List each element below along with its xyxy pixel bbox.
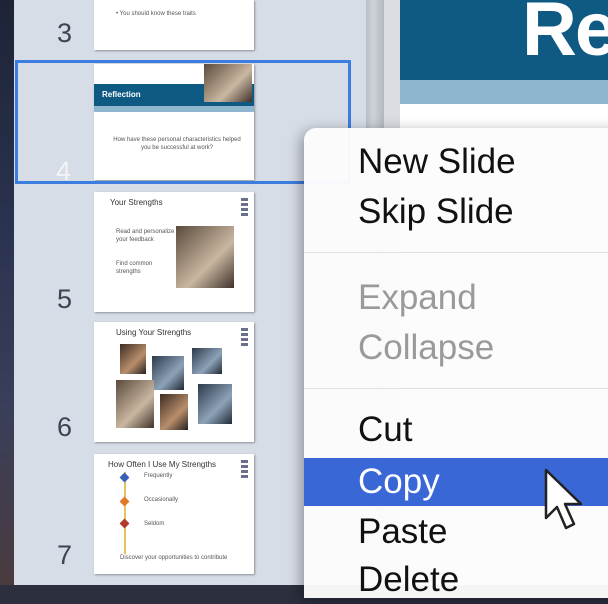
slide-notes-icon [241, 198, 248, 216]
slide-bullet: • You should know these traits [116, 11, 196, 17]
menu-item-skip-slide[interactable]: Skip Slide [304, 188, 608, 236]
slide-title: Your Strengths [110, 198, 163, 207]
slide-bullet: Read and personalize your feedback [116, 229, 175, 243]
slide-photo [192, 348, 222, 374]
slide-footer: Discover your opportunities to contribut… [120, 555, 228, 561]
slide-number: 7 [57, 540, 73, 570]
menu-item-delete[interactable]: Delete [304, 556, 608, 604]
slide-photo [198, 384, 232, 424]
menu-item-new-slide[interactable]: New Slide [304, 138, 608, 186]
selected-slide-outline [15, 60, 351, 184]
timeline-line [124, 472, 126, 554]
slide-photo [176, 226, 234, 288]
slide-number: 6 [57, 412, 73, 442]
slide-thumbnail-3[interactable]: • You should know these traits [94, 0, 254, 50]
diamond-icon [119, 518, 130, 529]
mouse-pointer-icon [544, 468, 583, 530]
slide-number: 3 [57, 18, 73, 48]
slide-title: Using Your Strengths [116, 328, 192, 337]
slide-item: Frequently [144, 473, 173, 479]
slide-notes-icon [241, 328, 248, 346]
slide-thumbnail-7[interactable]: How Often I Use My Strengths Frequently … [94, 454, 254, 574]
slide-photo [116, 380, 154, 428]
diamond-icon [119, 496, 130, 507]
slide-photo [160, 394, 188, 430]
slide-thumbnail-6[interactable]: Using Your Strengths [94, 322, 254, 442]
slide-bullet: Find common strengths [116, 261, 153, 275]
menu-item-expand: Expand [358, 278, 477, 317]
menu-separator [304, 252, 608, 253]
slide-item: Occasionally [144, 497, 179, 503]
diamond-icon [119, 472, 130, 483]
slide-photo [120, 344, 146, 374]
menu-item-cut[interactable]: Cut [304, 406, 608, 454]
slide-photo [152, 356, 184, 390]
desktop-background [0, 0, 14, 585]
slide-thumbnail-5[interactable]: Your Strengths Read and personalize your… [94, 192, 254, 312]
slide-item: Seldom [144, 521, 165, 527]
slide-canvas-title: Re [522, 0, 608, 72]
menu-item-collapse: Collapse [358, 328, 495, 367]
slide-canvas-accent [400, 80, 608, 104]
slide-number: 5 [57, 284, 73, 314]
menu-separator [304, 388, 608, 389]
slide-notes-icon [241, 460, 248, 478]
slide-title: How Often I Use My Strengths [108, 460, 217, 469]
